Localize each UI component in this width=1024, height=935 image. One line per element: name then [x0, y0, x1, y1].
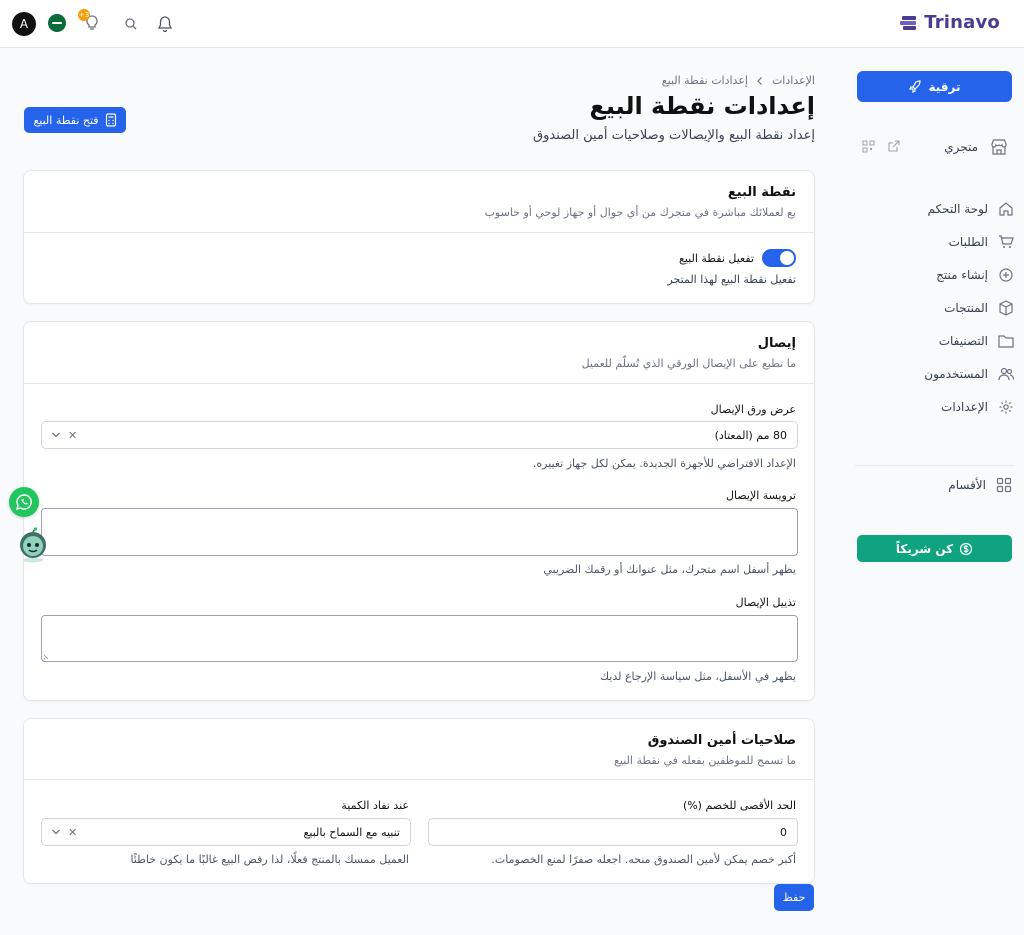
cart-icon	[999, 234, 1014, 248]
chevron-down-icon[interactable]	[51, 431, 61, 439]
sidebar-item-label: التصنيفات	[938, 333, 988, 348]
bell-icon[interactable]	[157, 15, 173, 33]
upgrade-button[interactable]: ترقية	[857, 71, 1012, 102]
upgrade-label: ترقية	[928, 79, 961, 94]
sidebar-item-label: إنشاء منتج	[936, 267, 988, 282]
chevron-down-icon[interactable]	[51, 828, 61, 836]
top-bar: Trinavo A +3	[0, 0, 1024, 48]
my-store-row[interactable]: متجري	[860, 137, 1012, 157]
cashier-card-description: ما تسمح للموظفين بفعله في نقطة البيع	[614, 754, 796, 767]
out-of-stock-value: تنبيه مع السماح بالبيع	[303, 826, 400, 839]
sidebar-item-dashboard[interactable]: لوحة التحكم	[854, 192, 1014, 225]
breadcrumb-root[interactable]: الإعدادات	[772, 74, 815, 87]
rocket-icon	[909, 79, 922, 93]
partner-label: كن شريكاً	[895, 541, 954, 556]
external-link-icon[interactable]	[888, 140, 900, 152]
user-avatar[interactable]: A	[12, 12, 36, 36]
cashier-card-title: صلاحيات أمين الصندوق	[647, 733, 796, 748]
cashier-card-header: صلاحيات أمين الصندوق ما تسمح للموظفين بف…	[24, 719, 814, 780]
brand-name: Trinavo	[924, 12, 1000, 33]
sidebar-item-label: الأقسام	[948, 478, 986, 492]
save-button[interactable]: حفظ	[774, 884, 814, 911]
paper-width-help: الإعداد الافتراضي للأجهزة الجديدة. يمكن …	[532, 457, 796, 470]
breadcrumb: الإعدادات إعدادات نقطة البيع	[662, 74, 815, 87]
cashier-card: صلاحيات أمين الصندوق ما تسمح للموظفين بف…	[23, 718, 815, 884]
breadcrumb-current: إعدادات نقطة البيع	[661, 74, 748, 87]
sidebar-nav: لوحة التحكم الطلبات إنشاء منتج المنتجات …	[854, 192, 1014, 423]
receipt-card: إيصال ما تطبع على الإيصال الورقي الذي تُ…	[23, 321, 815, 701]
receipt-footer-label: تذييل الإيصال	[735, 596, 796, 609]
sidebar-item-label: المنتجات	[944, 300, 988, 315]
folder-icon	[998, 334, 1014, 348]
paper-width-select[interactable]: 80 مم (المعتاد) ✕	[41, 421, 798, 449]
paper-width-label: عرض ورق الإيصال	[710, 403, 796, 416]
assistant-bot-icon[interactable]	[17, 527, 49, 563]
max-discount-input[interactable]: 0	[428, 818, 798, 846]
home-icon	[999, 201, 1013, 216]
pos-card-header: نقطة البيع بع لعملائك مباشرة في متجرك من…	[24, 171, 814, 233]
pos-enable-label: تفعيل نقطة البيع	[678, 251, 754, 265]
out-of-stock-help: العميل ممسك بالمنتج فعلًا، لذا رفض البيع…	[130, 853, 409, 866]
max-discount-label: الحد الأقصى للخصم (%)	[682, 799, 796, 812]
sidebar-item-create-product[interactable]: إنشاء منتج	[854, 258, 1014, 291]
pos-enable-toggle[interactable]	[762, 249, 796, 267]
sidebar-item-products[interactable]: المنتجات	[854, 291, 1014, 324]
resize-handle-icon[interactable]	[43, 652, 51, 660]
receipt-card-title: إيصال	[757, 336, 796, 351]
out-of-stock-select[interactable]: تنبيه مع السماح بالبيع ✕	[41, 818, 411, 846]
sidebar-item-categories[interactable]: التصنيفات	[854, 324, 1014, 357]
out-of-stock-label: عند نفاد الكمية	[341, 799, 409, 812]
receipt-footer-textarea[interactable]	[41, 615, 798, 662]
users-icon	[998, 367, 1014, 380]
max-discount-help: أكبر خصم يمكن لأمين الصندوق منحه. اجعله …	[491, 853, 796, 866]
max-discount-value: 0	[780, 826, 787, 839]
tips-badge: +3	[78, 9, 90, 21]
whatsapp-button[interactable]	[9, 487, 39, 517]
receipt-header-textarea[interactable]	[41, 508, 798, 556]
dollar-circle-icon	[960, 542, 973, 555]
paper-width-value: 80 مم (المعتاد)	[714, 429, 787, 442]
pos-card-description: بع لعملائك مباشرة في متجرك من أي جوال أو…	[484, 206, 796, 219]
grid-icon	[996, 477, 1012, 493]
sidebar-item-label: لوحة التحكم	[927, 201, 989, 216]
whatsapp-icon	[15, 494, 32, 511]
box-icon	[999, 299, 1013, 316]
pos-enable-row: تفعيل نقطة البيع	[679, 249, 796, 267]
sidebar-item-label: المستخدمون	[924, 366, 988, 381]
chevron-left-icon	[757, 76, 762, 85]
saudi-flag-icon[interactable]	[48, 14, 66, 32]
clear-icon[interactable]: ✕	[68, 429, 77, 442]
sidebar-item-settings[interactable]: الإعدادات	[854, 390, 1014, 423]
qr-code-icon[interactable]	[862, 140, 875, 153]
page-title: إعدادات نقطة البيع	[589, 92, 815, 120]
calculator-icon	[105, 113, 116, 127]
search-icon[interactable]	[124, 17, 138, 31]
brand-logo[interactable]: Trinavo	[900, 12, 1000, 33]
brand-mark-icon	[900, 15, 917, 30]
gear-icon	[999, 400, 1013, 413]
open-pos-label: فتح نقطة البيع	[33, 113, 99, 127]
sidebar-item-users[interactable]: المستخدمون	[854, 357, 1014, 390]
receipt-card-header: إيصال ما تطبع على الإيصال الورقي الذي تُ…	[24, 322, 814, 384]
sidebar-divider	[855, 465, 1015, 466]
receipt-header-label: ترويسة الإيصال	[726, 489, 796, 502]
store-icon	[991, 139, 1007, 155]
clear-icon[interactable]: ✕	[68, 826, 77, 839]
page-subtitle: إعداد نقطة البيع والإيصالات وصلاحيات أمي…	[533, 128, 815, 143]
plus-circle-icon	[999, 267, 1013, 282]
sidebar-item-label: الإعدادات	[941, 399, 988, 414]
pos-enable-help: تفعيل نقطة البيع لهذا المتجر	[667, 273, 796, 286]
receipt-footer-help: يظهر في الأسفل، مثل سياسة الإرجاع لديك	[600, 670, 796, 683]
pos-card: نقطة البيع بع لعملائك مباشرة في متجرك من…	[23, 170, 815, 304]
sidebar-item-orders[interactable]: الطلبات	[854, 225, 1014, 258]
become-partner-button[interactable]: كن شريكاً	[857, 535, 1012, 562]
sidebar-item-sections[interactable]: الأقسام	[948, 477, 1012, 493]
sidebar-item-label: الطلبات	[948, 234, 988, 249]
open-pos-button[interactable]: فتح نقطة البيع	[24, 107, 126, 133]
my-store-label: متجري	[944, 140, 978, 154]
receipt-card-description: ما تطبع على الإيصال الورقي الذي تُسلّم ل…	[581, 357, 796, 370]
pos-card-title: نقطة البيع	[727, 185, 796, 200]
receipt-header-help: يظهر أسفل اسم متجرك، مثل عنوانك أو رقمك …	[543, 563, 796, 576]
